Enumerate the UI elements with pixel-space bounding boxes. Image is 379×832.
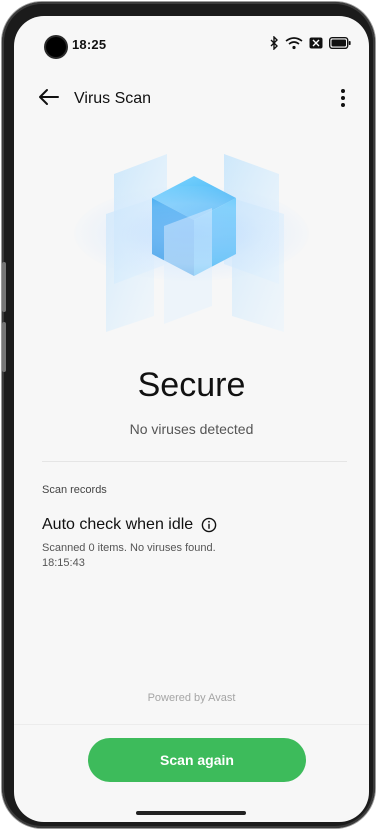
powered-by-label: Powered by Avast <box>147 692 236 704</box>
scan-record-description: Scanned 0 items. No viruses found. <box>42 542 216 554</box>
bluetooth-icon <box>270 36 278 50</box>
battery-icon <box>329 37 351 49</box>
home-indicator[interactable] <box>136 811 246 815</box>
scan-again-button[interactable]: Scan again <box>88 738 306 782</box>
scan-record-time: 18:15:43 <box>42 557 85 569</box>
scan-record-item: Auto check when idle <box>42 516 217 534</box>
back-arrow-icon[interactable] <box>36 84 62 110</box>
phone-frame: 18:25 Virus Scan Secure No viruses detec… <box>2 2 375 828</box>
bottom-divider <box>14 724 369 725</box>
security-status-subtitle: No viruses detected <box>129 421 254 437</box>
divider <box>42 461 347 462</box>
sim-icon <box>309 37 323 49</box>
page-title: Virus Scan <box>74 90 152 107</box>
screen: 18:25 Virus Scan Secure No viruses detec… <box>14 16 369 822</box>
toolbar: Virus Scan <box>14 78 369 122</box>
more-options-icon[interactable] <box>331 86 355 110</box>
status-time: 18:25 <box>72 37 107 52</box>
info-icon[interactable] <box>201 517 217 533</box>
status-bar: 18:25 <box>14 16 369 57</box>
scan-record-details: Scanned 0 items. No viruses found. 18:15… <box>42 541 216 571</box>
front-camera <box>46 37 66 57</box>
illustration-glow <box>74 186 309 281</box>
wifi-icon <box>285 37 303 50</box>
scan-record-title: Auto check when idle <box>42 516 194 533</box>
status-icons <box>269 36 351 50</box>
scan-records-label: Scan records <box>42 484 107 496</box>
security-status-title: Secure <box>137 366 246 404</box>
side-button <box>2 322 6 372</box>
side-button <box>2 262 6 312</box>
